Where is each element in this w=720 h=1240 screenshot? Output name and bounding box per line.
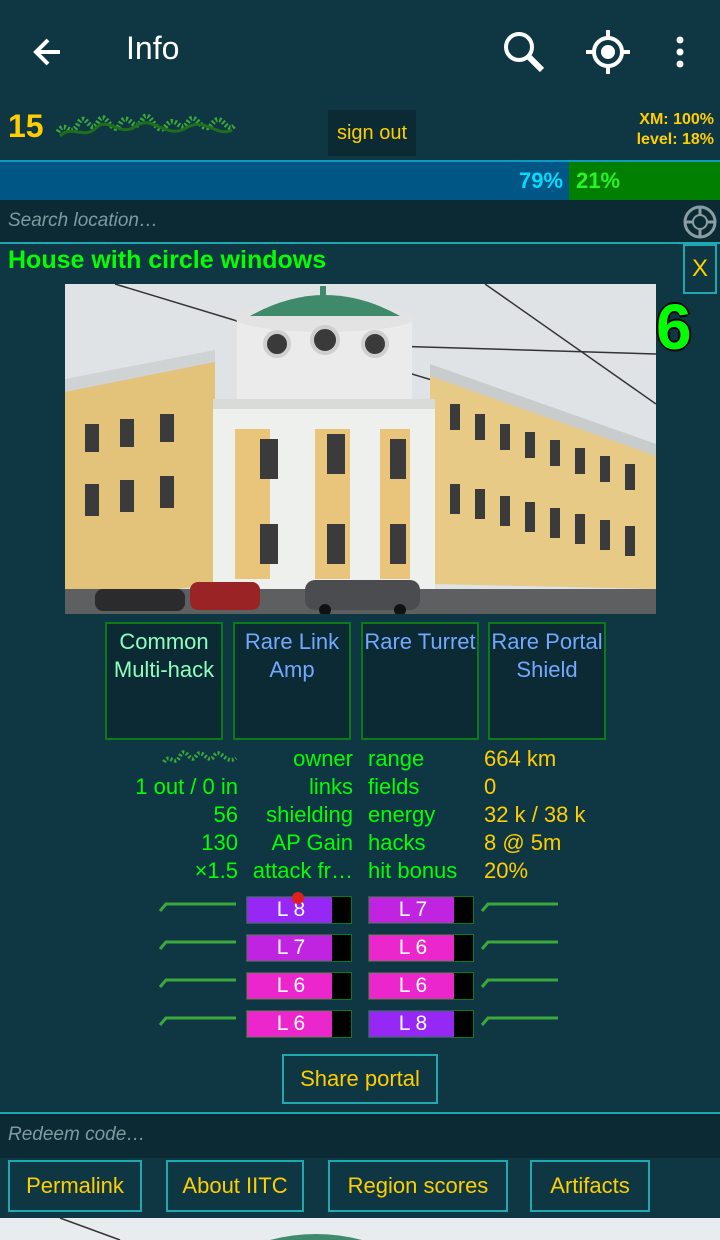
portal-photo[interactable] bbox=[65, 284, 656, 614]
resonator-level-label: L 7 bbox=[276, 936, 306, 959]
map-preview-strip bbox=[0, 1218, 720, 1240]
ap-gain-value: 130 bbox=[201, 830, 238, 855]
energy-label: energy bbox=[368, 802, 436, 827]
search-icon[interactable] bbox=[500, 28, 548, 76]
back-arrow-icon[interactable] bbox=[30, 30, 70, 74]
resonator-bar[interactable]: L 6 bbox=[246, 1010, 352, 1038]
hacks-value: 8 @ 5m bbox=[484, 830, 562, 855]
links-value: 1 out / 0 in bbox=[135, 774, 238, 799]
resonator-level-label: L 6 bbox=[276, 974, 306, 997]
resonator-level-label: L 6 bbox=[398, 974, 428, 997]
mod-slot-2[interactable]: Rare Link Amp bbox=[233, 622, 351, 740]
about-iitc-button[interactable]: About IITC bbox=[166, 1160, 304, 1212]
shielding-label: shielding bbox=[266, 802, 353, 827]
search-location-placeholder[interactable]: Search location… bbox=[8, 210, 158, 232]
hacks-label: hacks bbox=[368, 830, 426, 855]
player-level: 15 bbox=[8, 108, 44, 144]
locate-me-icon[interactable] bbox=[584, 28, 632, 76]
energy-value: 32 k / 38 k bbox=[484, 802, 586, 827]
artifacts-button[interactable]: Artifacts bbox=[530, 1160, 650, 1212]
resistance-percent: 79% bbox=[519, 168, 564, 193]
owner-label: owner bbox=[293, 746, 353, 771]
mod-slot-3[interactable]: Rare Turret bbox=[361, 622, 479, 740]
resonator-level-label: L 8 bbox=[398, 1012, 428, 1035]
region-scores-button[interactable]: Region scores bbox=[328, 1160, 508, 1212]
redeem-code-placeholder[interactable]: Redeem code… bbox=[8, 1124, 145, 1146]
resonator-owner-scribble[interactable] bbox=[158, 899, 242, 921]
resonator-owner-scribble[interactable] bbox=[158, 1013, 242, 1035]
resonator-bar[interactable]: L 8 bbox=[368, 1010, 474, 1038]
player-name-scribble bbox=[55, 110, 236, 146]
owner-name-scribble[interactable] bbox=[162, 748, 238, 770]
resonator-bar[interactable]: L 7 bbox=[246, 934, 352, 962]
resonator-level-label: L 8 bbox=[276, 898, 306, 921]
mod-label: Common Multi-hack bbox=[113, 629, 215, 682]
resistance-segment bbox=[0, 162, 569, 200]
xm-level-readout: XM: 100% level: 18% bbox=[637, 110, 714, 150]
ap-gain-label: AP Gain bbox=[271, 830, 353, 855]
resonator-bar[interactable]: L 6 bbox=[246, 972, 352, 1000]
close-portal-button[interactable]: X bbox=[683, 244, 717, 294]
resonator-owner-scribble[interactable] bbox=[158, 937, 242, 959]
attack-frequency-label: attack fr… bbox=[252, 858, 353, 883]
permalink-button[interactable]: Permalink bbox=[8, 1160, 142, 1212]
links-label: links bbox=[308, 774, 353, 799]
fields-label: fields bbox=[368, 774, 420, 799]
resonator-owner-scribble[interactable] bbox=[480, 937, 564, 959]
resonator-level-label: L 6 bbox=[398, 936, 428, 959]
resonator-level-label: L 7 bbox=[398, 898, 428, 921]
hit-bonus-label: hit bonus bbox=[368, 858, 458, 883]
crosshair-icon[interactable] bbox=[682, 204, 718, 240]
hit-bonus-value: 20% bbox=[484, 858, 529, 883]
portal-title: House with circle windows bbox=[8, 246, 327, 274]
shielding-value: 56 bbox=[213, 802, 238, 827]
resonator-owner-scribble[interactable] bbox=[480, 1013, 564, 1035]
mod-slot-4[interactable]: Rare Portal Shield bbox=[488, 622, 606, 740]
range-label: range bbox=[368, 746, 425, 771]
page-title: Info bbox=[126, 30, 180, 66]
deploy-marker-dot bbox=[292, 892, 304, 904]
resonator-bar[interactable]: L 6 bbox=[368, 972, 474, 1000]
mod-label: Rare Portal Shield bbox=[491, 629, 603, 682]
resonator-owner-scribble[interactable] bbox=[480, 975, 564, 997]
enlightened-percent: 21% bbox=[576, 168, 621, 193]
overflow-menu-icon[interactable] bbox=[662, 28, 698, 76]
level-percent: level: 18% bbox=[636, 131, 714, 148]
mod-label: Rare Turret bbox=[364, 629, 476, 654]
xm-percent: XM: 100% bbox=[639, 111, 714, 128]
portal-level: 6 bbox=[656, 291, 692, 363]
resonator-owner-scribble[interactable] bbox=[158, 975, 242, 997]
fields-value: 0 bbox=[484, 774, 497, 799]
resonator-bar[interactable]: L 7 bbox=[368, 896, 474, 924]
share-portal-button[interactable]: Share portal bbox=[282, 1054, 438, 1104]
resonator-owner-scribble[interactable] bbox=[480, 899, 564, 921]
mod-slot-1[interactable]: Common Multi-hack bbox=[105, 622, 223, 740]
attack-frequency-value: ×1.5 bbox=[194, 858, 238, 883]
range-value[interactable]: 664 km bbox=[484, 746, 556, 772]
resonator-level-label: L 6 bbox=[276, 1012, 306, 1035]
resonator-bar[interactable]: L 6 bbox=[368, 934, 474, 962]
sign-out-button[interactable]: sign out bbox=[328, 110, 416, 156]
mod-label: Rare Link Amp bbox=[244, 629, 340, 682]
